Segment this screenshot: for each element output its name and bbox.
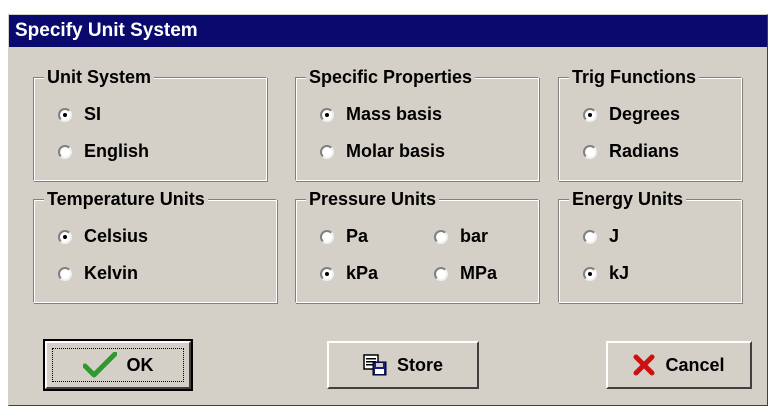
radio-dot[interactable] xyxy=(583,144,597,159)
radio-dot[interactable] xyxy=(320,266,334,281)
radio-molar-basis[interactable]: Molar basis xyxy=(320,141,445,162)
radio-label: English xyxy=(84,141,150,161)
trig-functions-group-title: Trig Functions xyxy=(569,66,699,88)
radio-degrees[interactable]: Degrees xyxy=(583,104,680,125)
focus-rect xyxy=(52,348,184,382)
cancel-label: Cancel xyxy=(665,354,725,375)
pressure-units-group: Pressure Units Pa bar kPa MPa xyxy=(295,188,539,303)
radio-dot[interactable] xyxy=(583,266,597,281)
store-label: Store xyxy=(396,354,443,375)
radio-mass-basis[interactable]: Mass basis xyxy=(320,104,442,125)
radio-label: Pa xyxy=(346,226,369,246)
store-button[interactable]: Store xyxy=(327,341,479,389)
unit-system-group-title: Unit System xyxy=(44,66,155,88)
store-icon xyxy=(363,354,387,376)
x-icon xyxy=(633,354,655,376)
radio-dot[interactable] xyxy=(58,107,72,122)
radio-dot[interactable] xyxy=(320,229,334,244)
radio-celsius[interactable]: Celsius xyxy=(58,226,148,247)
radio-pa[interactable]: Pa xyxy=(320,226,368,247)
radio-label: SI xyxy=(84,104,102,124)
specify-unit-system-dialog: Specify Unit System Unit System SI Engli… xyxy=(8,14,768,406)
radio-dot[interactable] xyxy=(58,229,72,244)
ok-button[interactable]: OK xyxy=(43,339,193,391)
radio-dot[interactable] xyxy=(320,107,334,122)
radio-label: Kelvin xyxy=(84,263,139,283)
radio-dot[interactable] xyxy=(320,144,334,159)
radio-dot[interactable] xyxy=(583,229,597,244)
radio-label: MPa xyxy=(460,263,498,283)
energy-units-group-title: Energy Units xyxy=(569,188,687,210)
radio-dot[interactable] xyxy=(434,229,448,244)
cancel-button[interactable]: Cancel xyxy=(606,341,752,389)
specific-properties-group-title: Specific Properties xyxy=(306,66,476,88)
radio-label: Degrees xyxy=(609,104,681,124)
radio-kelvin[interactable]: Kelvin xyxy=(58,263,138,284)
dialog-title: Specify Unit System xyxy=(9,15,767,47)
specific-properties-group: Specific Properties Mass basis Molar bas… xyxy=(295,66,539,181)
radio-label: Mass basis xyxy=(346,104,443,124)
trig-functions-group: Trig Functions Degrees Radians xyxy=(558,66,742,181)
radio-kj[interactable]: kJ xyxy=(583,263,629,284)
radio-label: Molar basis xyxy=(346,141,446,161)
radio-label: Radians xyxy=(609,141,680,161)
energy-units-group: Energy Units J kJ xyxy=(558,188,742,303)
radio-radians[interactable]: Radians xyxy=(583,141,679,162)
radio-dot[interactable] xyxy=(58,266,72,281)
temperature-units-group: Temperature Units Celsius Kelvin xyxy=(33,188,277,303)
radio-kpa[interactable]: kPa xyxy=(320,263,378,284)
ok-label: OK xyxy=(126,354,154,375)
unit-system-group: Unit System SI English xyxy=(33,66,267,181)
radio-si[interactable]: SI xyxy=(58,104,101,125)
pressure-units-group-title: Pressure Units xyxy=(306,188,440,210)
radio-english[interactable]: English xyxy=(58,141,149,162)
radio-label: kJ xyxy=(609,263,630,283)
radio-label: kPa xyxy=(346,263,379,283)
radio-label: J xyxy=(609,226,620,246)
radio-label: Celsius xyxy=(84,226,149,246)
radio-j[interactable]: J xyxy=(583,226,619,247)
radio-bar[interactable]: bar xyxy=(434,226,488,247)
radio-dot[interactable] xyxy=(58,144,72,159)
radio-dot[interactable] xyxy=(583,107,597,122)
temperature-units-group-title: Temperature Units xyxy=(44,188,208,210)
radio-label: bar xyxy=(460,226,489,246)
radio-mpa[interactable]: MPa xyxy=(434,263,497,284)
radio-dot[interactable] xyxy=(434,266,448,281)
